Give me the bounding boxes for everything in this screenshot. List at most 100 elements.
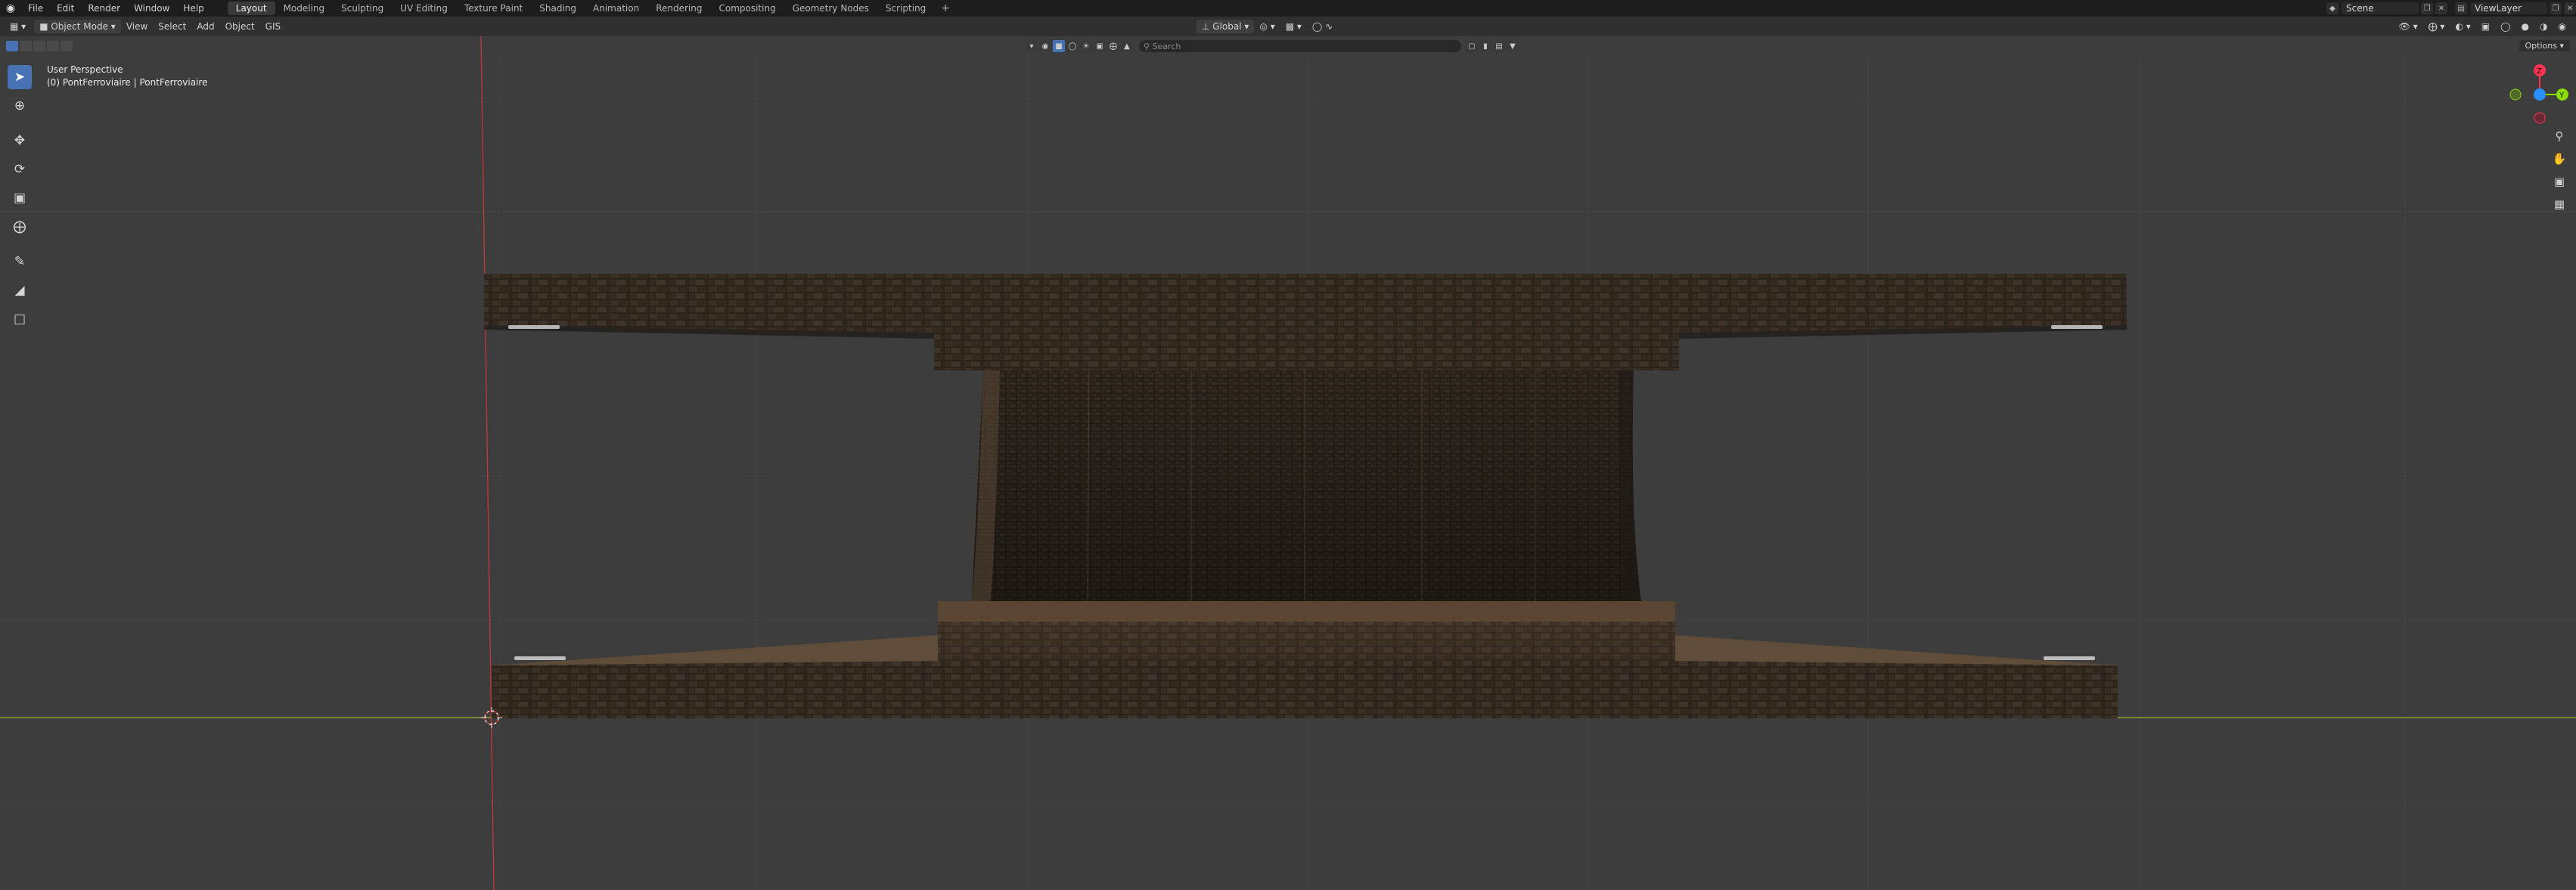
bookmark-icon[interactable]: ▮ (1479, 40, 1491, 52)
pan-hand-icon[interactable]: ✋ (2550, 150, 2568, 168)
view-layer-remove-icon[interactable]: ✕ (2564, 2, 2576, 14)
tab-geometry-nodes[interactable]: Geometry Nodes (784, 2, 877, 15)
xray-icon[interactable]: ▣ (2476, 20, 2495, 33)
ortho-grid-icon[interactable]: ▦ (2550, 195, 2568, 213)
tab-shading[interactable]: Shading (531, 2, 585, 15)
bridge-model[interactable] (484, 274, 2127, 718)
tab-uv-editing[interactable]: UV Editing (392, 2, 456, 15)
globe-icon[interactable]: ◉ (1039, 40, 1051, 52)
measure-icon[interactable]: ◢ (8, 278, 32, 302)
annotate-icon[interactable]: ✎ (8, 250, 32, 274)
snap-icon[interactable]: ▩ ▾ (1280, 20, 1307, 33)
filter-curve-icon[interactable]: ◯ (1066, 40, 1079, 52)
view-layer-icon[interactable]: ▤ (2455, 2, 2467, 14)
filter-other-icon[interactable]: ▲ (1121, 40, 1133, 52)
select-box-icon[interactable]: ➤ (8, 65, 32, 89)
select-intersect-icon[interactable] (61, 41, 73, 51)
active-object-info: (0) PontFerroviaire | PontFerroviaire (47, 77, 208, 88)
select-invert-icon[interactable] (47, 41, 59, 51)
restrict-toggle-icon[interactable]: ▢ (1466, 40, 1478, 52)
menu-object[interactable]: Object (220, 20, 260, 33)
editor-type-icon[interactable]: ▦ ▾ (5, 20, 31, 33)
zoom-icon[interactable]: ⚲ (2550, 127, 2568, 145)
rotate-icon[interactable]: ⟳ (8, 157, 32, 181)
search-input[interactable]: ⚲ Search (1139, 40, 1461, 52)
tab-rendering[interactable]: Rendering (647, 2, 710, 15)
tab-scripting[interactable]: Scripting (877, 2, 934, 15)
scene-selectors: ◆ Scene ❐ ✕ ▤ ViewLayer ❐ ✕ (2324, 0, 2576, 17)
left-toolbar: ➤ ⊕ ✥ ⟳ ▣ ⨁ ✎ ◢ □ (8, 65, 33, 336)
menu-window[interactable]: Window (127, 0, 176, 17)
display-mode-icon[interactable]: ▤ (1493, 40, 1505, 52)
navigation-controls: ⚲ ✋ ▣ ▦ (2550, 127, 2570, 218)
gizmo-x-ball[interactable] (2534, 88, 2546, 101)
filter-light-icon[interactable]: ☀ (1080, 40, 1092, 52)
scale-icon[interactable]: ▣ (8, 186, 32, 210)
camera-view-icon[interactable]: ▣ (2550, 172, 2568, 191)
add-workspace-button[interactable]: + (934, 2, 957, 14)
gizmo-y-label: Y (2559, 91, 2565, 100)
tool-header: ▾ ◉ ■ ◯ ☀ ▣ ⨁ ▲ ⚲ Search ▢ ▮ ▤ ▼ Options… (0, 36, 2576, 56)
blender-logo-icon[interactable]: ◉ (0, 0, 21, 17)
scene-field[interactable]: Scene (2342, 2, 2419, 14)
scene-copy-icon[interactable]: ❐ (2421, 2, 2433, 14)
filter-camera-icon[interactable]: ▣ (1094, 40, 1106, 52)
select-subtract-icon[interactable] (33, 41, 45, 51)
menu-file[interactable]: File (21, 0, 50, 17)
menu-view[interactable]: View (121, 20, 153, 33)
workspace-tabs: Layout Modeling Sculpting UV Editing Tex… (227, 0, 957, 17)
top-menu-bar: ◉ File Edit Render Window Help Layout Mo… (0, 0, 2576, 17)
menu-help[interactable]: Help (176, 0, 210, 17)
viewport-3d[interactable]: Z Y (0, 0, 2576, 890)
cursor-icon[interactable]: ⊕ (8, 94, 32, 118)
tab-sculpting[interactable]: Sculpting (333, 2, 392, 15)
object-visibility-icon[interactable]: 👁 ▾ (2394, 20, 2423, 33)
transform-icon[interactable]: ⨁ (8, 215, 32, 239)
chevron-down-icon[interactable]: ▾ (1026, 40, 1038, 52)
select-new-icon[interactable] (6, 41, 18, 51)
filter-mesh-icon[interactable]: ■ (1053, 40, 1065, 52)
bridge-top-deck[interactable] (484, 274, 2127, 371)
add-cube-icon[interactable]: □ (8, 307, 32, 331)
menu-gis[interactable]: GIS (260, 20, 286, 33)
tab-modeling[interactable]: Modeling (275, 2, 334, 15)
filter-bar: ▾ ◉ ■ ◯ ☀ ▣ ⨁ ▲ ⚲ Search ▢ ▮ ▤ ▼ (1026, 40, 1520, 52)
shading-wireframe-icon[interactable]: ◯ (2495, 20, 2515, 33)
viewport-header: ▦ ▾ ■ Object Mode ▾ View Select Add Obje… (0, 17, 2576, 36)
tab-texture-paint[interactable]: Texture Paint (456, 2, 531, 15)
menu-edit[interactable]: Edit (50, 0, 81, 17)
proportional-editing-icon[interactable]: ◯ ∿ (1307, 20, 1338, 33)
search-icon: ⚲ (1144, 41, 1153, 51)
tab-layout[interactable]: Layout (227, 2, 275, 15)
view-layer-copy-icon[interactable]: ❐ (2550, 2, 2562, 14)
orientation-label: Global (1212, 21, 1242, 32)
object-mode-dropdown[interactable]: ■ Object Mode ▾ (34, 20, 121, 33)
shading-material-icon[interactable]: ◑ (2534, 20, 2553, 33)
filter-funnel-icon[interactable]: ▼ (1507, 40, 1519, 52)
shading-rendered-icon[interactable]: ◉ (2553, 20, 2571, 33)
shading-solid-icon[interactable]: ● (2516, 20, 2534, 33)
gizmo-z-label: Z (2537, 67, 2542, 76)
filter-empty-icon[interactable]: ⨁ (1107, 40, 1119, 52)
view-layer-field[interactable]: ViewLayer (2470, 2, 2547, 14)
transform-orientation-dropdown[interactable]: ⊥ Global ▾ (1196, 20, 1255, 33)
tab-animation[interactable]: Animation (585, 2, 647, 15)
menu-add[interactable]: Add (191, 20, 219, 33)
select-extend-icon[interactable] (20, 41, 32, 51)
view-name: User Perspective (47, 64, 123, 75)
scene-icon[interactable]: ◆ (2326, 2, 2339, 14)
overlays-icon[interactable]: ◐ ▾ (2450, 20, 2475, 33)
viewport-display-controls: 👁 ▾ ⨁ ▾ ◐ ▾ ▣ ◯ ● ◑ ◉ (2394, 20, 2571, 33)
move-icon[interactable]: ✥ (8, 129, 32, 153)
scene-remove-icon[interactable]: ✕ (2435, 2, 2447, 14)
gizmo-toggle-icon[interactable]: ⨁ ▾ (2423, 20, 2450, 33)
options-button[interactable]: Options ▾ (2519, 40, 2570, 51)
menu-render[interactable]: Render (81, 0, 127, 17)
options-label: Options (2525, 41, 2557, 51)
chevron-down-icon: ▾ (2559, 41, 2564, 51)
chevron-down-icon: ▾ (1244, 21, 1249, 32)
menu-select[interactable]: Select (153, 20, 191, 33)
pivot-point-icon[interactable]: ◎ ▾ (1254, 20, 1280, 33)
navigation-gizmo[interactable]: Z Y (2509, 64, 2568, 124)
tab-compositing[interactable]: Compositing (710, 2, 784, 15)
